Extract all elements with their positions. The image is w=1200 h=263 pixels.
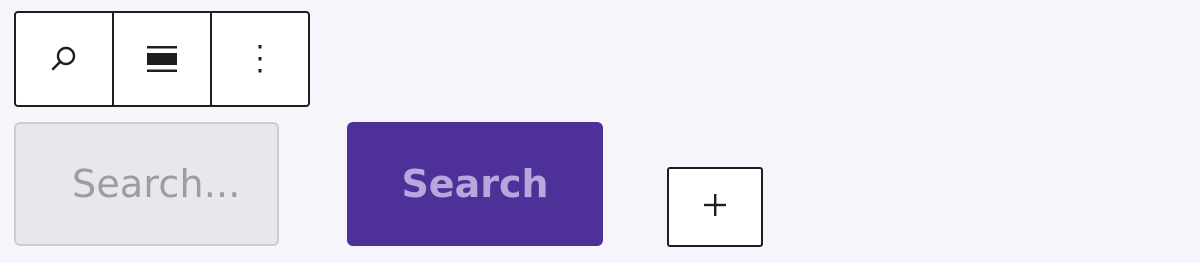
more-vertical-icon [255, 43, 265, 75]
search-placeholder: Search... [72, 162, 241, 206]
align-toolbar-button[interactable] [112, 13, 210, 105]
more-options-button[interactable] [210, 13, 308, 105]
align-wide-icon [146, 44, 178, 74]
search-button[interactable]: Search [347, 122, 603, 246]
add-block-button[interactable] [667, 167, 763, 247]
search-input[interactable]: Search... [14, 122, 279, 246]
search-toolbar-button[interactable] [16, 13, 112, 105]
search-icon [49, 44, 79, 74]
plus-icon [702, 192, 728, 222]
block-toolbar [14, 11, 310, 107]
search-button-label: Search [401, 162, 549, 206]
